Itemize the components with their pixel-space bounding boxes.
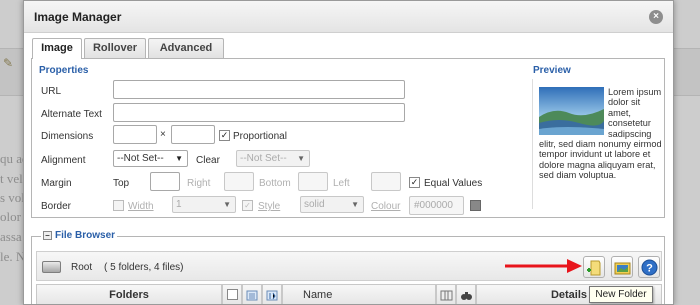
tab-image[interactable]: Image [32,38,82,59]
help-button[interactable]: ? [638,256,660,278]
width-input[interactable] [113,125,157,144]
chevron-down-icon: ▼ [175,154,183,163]
new-folder-tooltip: New Folder [589,286,653,303]
annotation-arrow [505,259,582,273]
border-label: Border [41,201,72,212]
view-toggle-column [242,284,262,304]
url-label: URL [41,86,62,97]
chevron-down-icon: ▼ [351,200,359,209]
height-input[interactable] [171,125,215,144]
border-width-label: Width [128,201,154,212]
binoculars-icon[interactable] [460,289,473,302]
preview-text: Lorem ipsum dolor sit amet, consetetur s… [539,87,663,181]
border-style-value: solid [304,199,325,210]
chevron-down-icon: ▼ [223,200,231,209]
border-colour-label: Colour [371,201,401,212]
image-properties-panel: Properties URL Alternate Text Dimensions… [31,58,665,218]
help-icon: ? [641,259,658,276]
border-colour-input[interactable] [409,196,464,215]
margin-left-label: Left [333,178,350,189]
proportional-label: Proportional [233,131,287,142]
alignment-select[interactable]: --Not Set-- ▼ [113,150,188,167]
border-width-value: 1 [176,199,182,210]
view-details-icon[interactable] [246,289,259,302]
margin-bottom-input[interactable] [298,172,328,191]
dialog-title: Image Manager [34,10,122,24]
tab-advanced[interactable]: Advanced [148,38,224,58]
border-colour-swatch[interactable] [470,200,481,211]
drive-icon [42,261,61,273]
border-width-select[interactable]: 1 ▼ [172,196,236,213]
border-checkbox[interactable] [113,200,124,211]
margin-right-label: Right [187,178,211,189]
sort-icon[interactable] [266,289,279,302]
tab-rollover[interactable]: Rollover [84,38,146,58]
clear-select[interactable]: --Not Set-- ▼ [236,150,310,167]
margin-top-input[interactable] [150,172,180,191]
url-input[interactable] [113,80,405,99]
search-column [456,284,476,304]
preview-area: Preview Lorem ipsum dolor sit amet, cons… [532,65,663,209]
select-all-column [222,284,242,304]
sort-column [262,284,282,304]
chevron-down-icon: ▼ [297,154,305,163]
proportional-checkbox[interactable]: ✓ [219,130,230,141]
svg-text:?: ? [646,263,653,275]
layout-toggle-column [436,284,456,304]
new-folder-button[interactable] [583,256,605,278]
alternate-text-label: Alternate Text [41,109,102,120]
root-item-count: ( 5 folders, 4 files) [104,262,184,273]
margin-top-label: Top [113,178,130,189]
clear-label: Clear [196,155,220,166]
upload-button[interactable] [611,256,633,278]
name-column-label: Name [303,289,333,301]
border-style-label: Style [258,201,281,212]
alternate-text-input[interactable] [113,103,405,122]
properties-section-title: Properties [39,65,89,76]
border-style-select[interactable]: solid ▼ [300,196,364,213]
new-folder-icon [587,260,601,276]
alignment-label: Alignment [41,155,86,166]
close-icon: × [653,11,659,22]
equal-values-label: Equal Values [424,178,483,189]
root-folder-label[interactable]: Root [71,262,92,273]
dimensions-times-sign: × [160,129,166,140]
dimensions-label: Dimensions [41,131,94,142]
margin-right-input[interactable] [224,172,254,191]
dialog-titlebar[interactable]: Image Manager × [24,1,673,33]
equal-values-checkbox[interactable]: ✓ [409,177,420,188]
border-style-checkbox[interactable]: ✓ [242,200,253,211]
close-button[interactable]: × [649,10,663,24]
collapse-icon[interactable]: – [43,231,52,240]
folders-column-header[interactable]: Folders [36,284,222,304]
file-list-header: Folders Name Details [36,284,662,304]
margin-bottom-label: Bottom [259,178,291,189]
columns-icon[interactable] [440,289,453,302]
clear-select-value: --Not Set-- [240,153,287,164]
margin-left-input[interactable] [371,172,401,191]
preview-title: Preview [533,65,571,76]
select-all-checkbox[interactable] [227,289,238,300]
alignment-select-value: --Not Set-- [117,153,164,164]
margin-label: Margin [41,178,72,189]
name-column-header[interactable]: Name [282,284,436,304]
upload-icon [614,262,631,275]
file-browser-title-text: File Browser [55,230,116,241]
file-browser-title: – File Browser [41,230,118,241]
